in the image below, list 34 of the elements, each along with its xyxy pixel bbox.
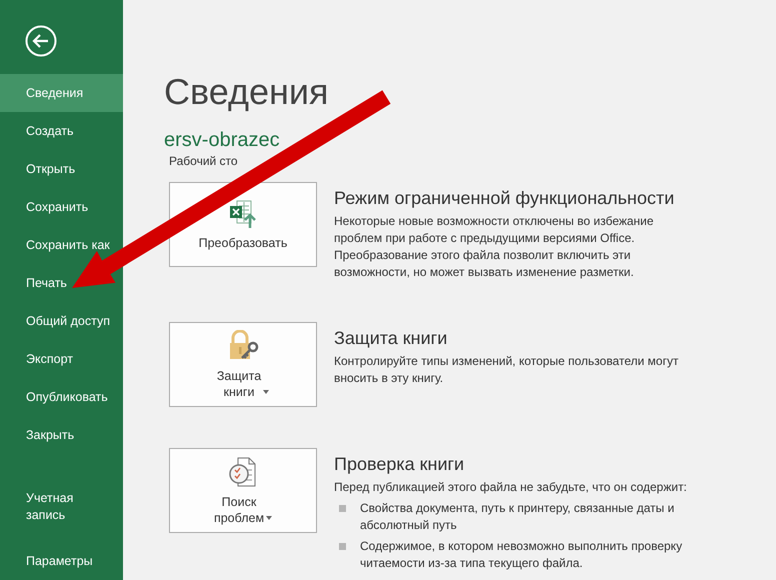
section-description: Перед публикацией этого файла не забудьте, что он содержит: bbox=[334, 479, 688, 496]
section-heading: Защита книги bbox=[334, 327, 448, 350]
spreadsheet-convert-icon bbox=[229, 198, 257, 228]
sidebar-item[interactable]: Общий доступ bbox=[0, 302, 123, 340]
sidebar-item[interactable]: Параметры bbox=[0, 534, 123, 580]
sidebar-item[interactable]: Сохранить bbox=[0, 188, 123, 226]
protect-button[interactable]: Защита книги bbox=[169, 322, 317, 407]
bullet-text: Содержимое, в котором невозможно выполнить проверку читаемости из-за типа текущего файла. bbox=[360, 538, 684, 572]
section-heading: Режим ограниченной функциональности bbox=[334, 187, 676, 210]
sidebar-item[interactable]: Печать bbox=[0, 264, 123, 302]
inspect-button[interactable]: Поиск проблем bbox=[169, 448, 317, 533]
bullet-text: Свойства документа, путь к принтеру, связанные даты и абсолютный путь bbox=[360, 500, 676, 534]
bullet-icon bbox=[339, 543, 346, 550]
caret-icon bbox=[263, 390, 270, 394]
sidebar-item[interactable]: Учетная запись bbox=[0, 480, 123, 534]
lock-key-icon bbox=[227, 330, 259, 362]
sidebar-item[interactable]: Открыть bbox=[0, 150, 123, 188]
section-description: Контролируйте типы изменений, которые пользователи могут вносить в эту книгу. bbox=[334, 353, 680, 387]
document-check-icon bbox=[228, 456, 258, 488]
sidebar-item[interactable]: Опубликовать bbox=[0, 378, 123, 416]
sidebar-item[interactable]: Сведения bbox=[0, 74, 123, 112]
back-button[interactable] bbox=[25, 25, 57, 57]
file-location: Рабочий сто bbox=[169, 154, 238, 168]
page-title: Сведения bbox=[164, 70, 330, 114]
sidebar-item[interactable]: Создать bbox=[0, 112, 123, 150]
section-heading: Проверка книги bbox=[334, 453, 466, 476]
section-description: Некоторые новые возможности отключены во избежание проблем при работе с предыдущими версиями Office. Преобразование этого файла позволит включить эти возможности, но может вызвать изменение разметки. bbox=[334, 213, 655, 281]
sidebar-item[interactable]: Сохранить как bbox=[0, 226, 123, 264]
back-icon bbox=[25, 25, 57, 57]
sidebar-item[interactable]: Экспорт bbox=[0, 340, 123, 378]
sidebar-item[interactable]: Закрыть bbox=[0, 416, 123, 454]
file-name: ersv-obrazec bbox=[164, 128, 281, 152]
bullet-icon bbox=[339, 505, 346, 512]
caret-icon bbox=[266, 516, 272, 520]
